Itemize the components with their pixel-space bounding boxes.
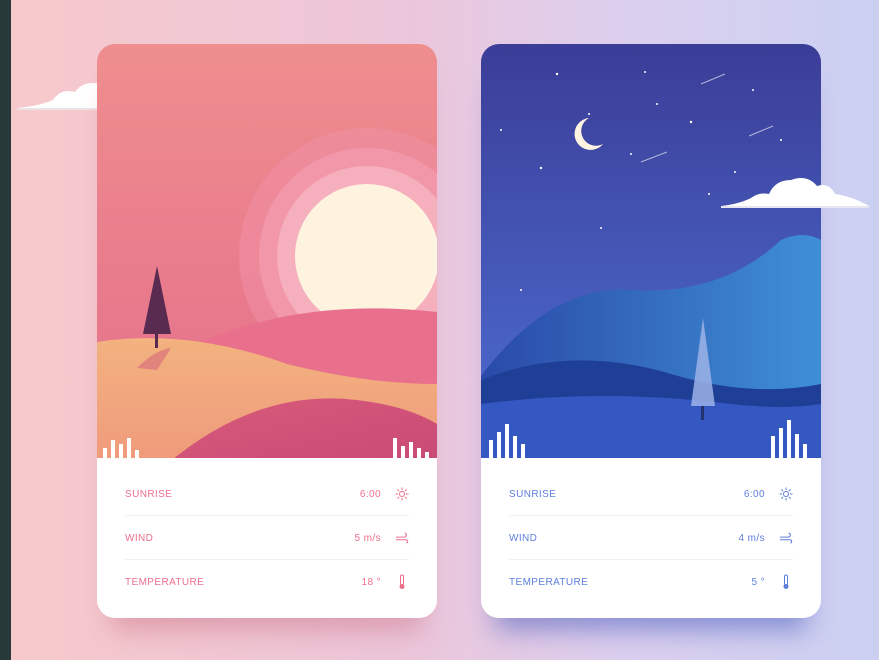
night-scene [481,44,821,464]
sunrise-label: SUNRISE [509,488,557,500]
wind-row: WIND 4 m/s [509,516,793,560]
temperature-row: TEMPERATURE 18 ° [125,560,409,604]
cloud-right-icon [721,178,869,208]
day-stats-panel: SUNRISE 6:00 WIND 5 m/s TEMPERATURE 18 ° [97,458,437,618]
thermometer-icon [779,574,793,589]
night-stats-panel: SUNRISE 6:00 WIND 4 m/s TEMPERATURE 5 ° [481,458,821,618]
temperature-value: 18 ° [361,576,381,588]
wind-icon [779,531,793,545]
sunrise-label: SUNRISE [125,488,173,500]
temperature-row: TEMPERATURE 5 ° [509,560,793,604]
day-scene [97,44,437,464]
wind-row: WIND 5 m/s [125,516,409,560]
wind-icon [395,531,409,545]
sunrise-value: 6:00 [743,488,765,500]
temperature-value: 5 ° [751,576,765,588]
day-weather-card[interactable]: SUNRISE 6:00 WIND 5 m/s TEMPERATURE 18 ° [97,44,437,618]
wind-value: 5 m/s [354,532,381,544]
sun-icon [395,487,409,501]
wind-value: 4 m/s [738,532,765,544]
night-weather-card[interactable]: SUNRISE 6:00 WIND 4 m/s TEMPERATURE 5 ° [481,44,821,618]
sunrise-row: SUNRISE 6:00 [125,472,409,516]
sun-icon [779,487,793,501]
temperature-label: TEMPERATURE [509,576,589,588]
temperature-label: TEMPERATURE [125,576,205,588]
wind-label: WIND [509,532,538,544]
sunrise-row: SUNRISE 6:00 [509,472,793,516]
sunrise-value: 6:00 [359,488,381,500]
background: SUNRISE 6:00 WIND 5 m/s TEMPERATURE 18 ° [11,0,879,660]
thermometer-icon [395,574,409,589]
wind-label: WIND [125,532,154,544]
